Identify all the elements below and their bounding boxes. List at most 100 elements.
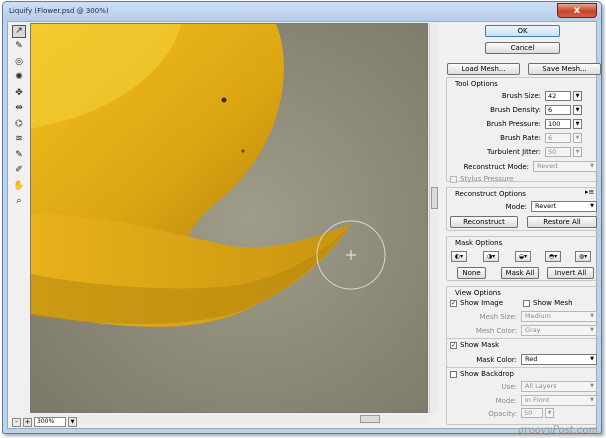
stylus-pressure-checkbox [450, 176, 457, 183]
show-mesh-checkbox[interactable] [523, 300, 530, 307]
brush-density-label: Brush Density: [490, 106, 541, 114]
reconstruct-mode-select: Revert ▼ [533, 161, 597, 172]
horizontal-scroll-thumb[interactable] [360, 415, 380, 423]
zoom-level-input[interactable]: 300% [34, 417, 66, 427]
zoom-control: - + 300% ▼ [12, 416, 77, 428]
turbulent-jitter-dropdown: ▼ [573, 147, 582, 157]
turbulent-jitter-input: 50 [545, 147, 571, 157]
reconstruct-button[interactable]: Reconstruct [450, 216, 518, 228]
brush-size-input[interactable]: 42 [545, 91, 571, 101]
brush-size-label: Brush Size: [501, 92, 541, 100]
mask-color-value: Red [525, 355, 538, 363]
brush-density-input[interactable]: 6 [545, 105, 571, 115]
invert-all-button[interactable]: Invert All [547, 267, 594, 279]
forward-warp-icon[interactable]: ↗ [12, 25, 26, 38]
liquify-dialog: Liquify (Flower.psd @ 300%) x ↗ ✎ ◎ ✺ ✥ … [2, 1, 602, 434]
tool-options-heading: Tool Options [455, 80, 498, 88]
show-image-label: Show Image [460, 299, 504, 307]
mesh-color-select: Gray ▼ [521, 325, 597, 336]
turbulence-icon[interactable]: ≋ [12, 133, 26, 146]
preview-canvas[interactable] [30, 23, 428, 413]
divider [447, 367, 601, 368]
hand-icon[interactable]: ✋ [12, 180, 26, 193]
save-mesh-button[interactable]: Save Mesh... [528, 63, 601, 75]
add-to-selection-icon[interactable]: ◑▾ [483, 251, 499, 262]
mirror-icon[interactable]: ⌬ [12, 118, 26, 131]
show-image-checkbox[interactable]: ✓ [450, 300, 457, 307]
tool-column: ↗ ✎ ◎ ✺ ✥ ⇹ ⌬ ≋ ✎ ✐ ✋ ⌕ [9, 23, 29, 213]
brush-pressure-dropdown[interactable]: ▼ [573, 119, 582, 129]
mask-color-label: Mask Color: [476, 356, 517, 364]
watermark: groovyPost.com [517, 425, 598, 436]
mesh-color-label: Mesh Color: [475, 327, 517, 335]
flower-image [31, 24, 427, 412]
panel-menu-icon[interactable]: ▸≡ [585, 188, 594, 196]
replace-selection-icon[interactable]: ◐▾ [451, 251, 467, 262]
ok-button[interactable]: OK [485, 25, 560, 37]
close-button[interactable]: x [557, 3, 597, 18]
use-select: All Layers ▼ [521, 381, 597, 392]
divider [447, 338, 601, 339]
restore-all-button[interactable]: Restore All [527, 216, 597, 228]
reconstruct-mode-label-2: Mode: [505, 203, 527, 211]
none-button[interactable]: None [457, 267, 486, 279]
zoom-dropdown-button[interactable]: ▼ [68, 417, 77, 427]
backdrop-mode-value: In Front [525, 396, 550, 404]
pucker-icon[interactable]: ✺ [12, 71, 26, 84]
reconstruct-options-mode-select[interactable]: Revert ▼ [531, 201, 597, 212]
brush-rate-label: Brush Rate: [500, 134, 541, 142]
twirl-clockwise-icon[interactable]: ◎ [12, 56, 26, 69]
options-panel: OK Cancel Load Mesh... Save Mesh... Tool… [439, 22, 601, 428]
reconstruct-options-mode-value: Revert [535, 202, 557, 210]
use-value: All Layers [525, 382, 557, 390]
horizontal-scrollbar[interactable] [30, 415, 428, 424]
reconstruct-icon[interactable]: ✎ [12, 40, 26, 53]
show-mask-checkbox[interactable]: ✓ [450, 342, 457, 349]
zoom-in-button[interactable]: + [23, 417, 32, 427]
view-options-heading: View Options [455, 289, 501, 297]
mask-options-heading: Mask Options [455, 239, 503, 247]
bloat-icon[interactable]: ✥ [12, 87, 26, 100]
backdrop-mode-select: In Front ▼ [521, 395, 597, 406]
thaw-mask-icon[interactable]: ✐ [12, 164, 26, 177]
brush-rate-input: 6 [545, 133, 571, 143]
invert-selection-icon[interactable]: ◍▾ [575, 251, 591, 262]
brush-pressure-label: Brush Pressure: [486, 120, 541, 128]
turbulent-jitter-label: Turbulent Jitter: [487, 148, 541, 156]
zoom-icon[interactable]: ⌕ [12, 195, 26, 208]
mesh-size-select: Medium ▼ [521, 311, 597, 322]
brush-density-dropdown[interactable]: ▼ [573, 105, 582, 115]
reconstruct-mode-value: Revert [537, 162, 559, 170]
use-label: Use: [501, 383, 517, 391]
brush-pressure-input[interactable]: 100 [545, 119, 571, 129]
mask-all-button[interactable]: Mask All [501, 267, 539, 279]
show-backdrop-checkbox[interactable] [450, 371, 457, 378]
show-mask-label: Show Mask [460, 341, 500, 349]
mesh-size-label: Mesh Size: [479, 313, 517, 321]
brush-size-dropdown[interactable]: ▼ [573, 91, 582, 101]
mask-color-select[interactable]: Red ▼ [521, 354, 597, 365]
cancel-button[interactable]: Cancel [485, 42, 560, 54]
vertical-scrollbar[interactable] [429, 23, 438, 413]
load-mesh-button[interactable]: Load Mesh... [447, 63, 520, 75]
window-title: Liquify (Flower.psd @ 300%) [9, 7, 109, 15]
intersect-with-selection-icon[interactable]: ◓▾ [545, 251, 561, 262]
backdrop-mode-label: Mode: [495, 397, 517, 405]
mesh-color-value: Gray [525, 326, 541, 334]
mesh-size-value: Medium [525, 312, 551, 320]
opacity-label: Opacity: [488, 410, 517, 418]
subtract-from-selection-icon[interactable]: ◒▾ [515, 251, 531, 262]
reconstruct-mode-label: Reconstruct Mode: [463, 163, 529, 171]
reconstruct-options-heading: Reconstruct Options [455, 190, 526, 198]
dialog-body: ↗ ✎ ◎ ✺ ✥ ⇹ ⌬ ≋ ✎ ✐ ✋ ⌕ - + 300% ▼ OK Ca… [7, 21, 601, 429]
vertical-scroll-thumb[interactable] [431, 187, 438, 209]
freeze-mask-icon[interactable]: ✎ [12, 149, 26, 162]
opacity-input: 50 [521, 408, 543, 418]
push-left-icon[interactable]: ⇹ [12, 102, 26, 115]
zoom-out-button[interactable]: - [12, 417, 21, 427]
stylus-pressure-label: Stylus Pressure [460, 175, 514, 183]
show-mesh-label: Show Mesh [533, 299, 573, 307]
title-bar[interactable]: Liquify (Flower.psd @ 300%) x [3, 2, 601, 21]
opacity-dropdown: ▼ [545, 408, 554, 418]
show-backdrop-label: Show Backdrop [460, 370, 515, 378]
